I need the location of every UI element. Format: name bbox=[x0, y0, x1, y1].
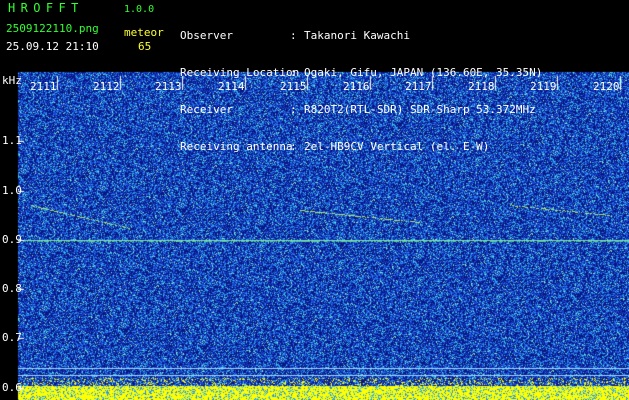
info-row-antenna: Receiving antenna : 2el-HB9CV Vertical (… bbox=[180, 141, 542, 152]
info-value: R820T2(RTL-SDR) SDR-Sharp 53.372MHz bbox=[304, 103, 536, 116]
info-row-observer: Observer : Takanori Kawachi bbox=[180, 30, 542, 41]
x-tick-label: 2117 bbox=[405, 80, 432, 93]
info-label: Receiving antenna bbox=[180, 140, 293, 153]
capture-datetime: 25.09.12 21:10 bbox=[6, 40, 99, 53]
info-value: Ogaki, Gifu, JAPAN (136.60E, 35.35N) bbox=[304, 66, 543, 79]
info-separator: : bbox=[290, 140, 297, 153]
info-label: Receiver bbox=[180, 103, 233, 116]
info-separator: : bbox=[290, 29, 297, 42]
x-tick-label: 2116 bbox=[343, 80, 370, 93]
info-value: Takanori Kawachi bbox=[304, 29, 410, 42]
x-tick-label: 2113 bbox=[155, 80, 182, 93]
y-tick-label: 1.0 bbox=[2, 184, 22, 197]
x-tick-label: 2111 bbox=[30, 80, 57, 93]
info-value: 2el-HB9CV Vertical (el. E-W) bbox=[304, 140, 490, 153]
x-tick-label: 2120 bbox=[593, 80, 620, 93]
info-label: Observer bbox=[180, 29, 233, 42]
info-separator: : bbox=[290, 103, 297, 116]
x-tick-label: 2112 bbox=[93, 80, 120, 93]
meteor-label: meteor bbox=[124, 26, 164, 39]
app-title: HROFFT bbox=[8, 1, 84, 15]
app-version: 1.0.0 bbox=[124, 4, 155, 15]
y-tick-label: 1.1 bbox=[2, 134, 22, 147]
x-tick-label: 2114 bbox=[218, 80, 245, 93]
y-axis-unit: kHz bbox=[2, 74, 22, 87]
info-row-receiver: Receiver : R820T2(RTL-SDR) SDR-Sharp 53.… bbox=[180, 104, 542, 115]
x-tick-label: 2119 bbox=[530, 80, 557, 93]
info-row-location: Receiving Location : Ogaki, Gifu, JAPAN … bbox=[180, 67, 542, 78]
info-separator: : bbox=[290, 66, 297, 79]
y-tick-label: 0.9 bbox=[2, 233, 22, 246]
info-label: Receiving Location bbox=[180, 66, 300, 79]
meteor-count: 65 bbox=[138, 40, 152, 53]
y-tick-label: 0.7 bbox=[2, 331, 22, 344]
y-tick-label: 0.6 bbox=[2, 381, 22, 394]
x-tick-label: 2115 bbox=[280, 80, 307, 93]
file-name: 2509122110.png bbox=[6, 22, 99, 35]
y-tick-label: 0.8 bbox=[2, 282, 22, 295]
x-tick-label: 2118 bbox=[468, 80, 495, 93]
